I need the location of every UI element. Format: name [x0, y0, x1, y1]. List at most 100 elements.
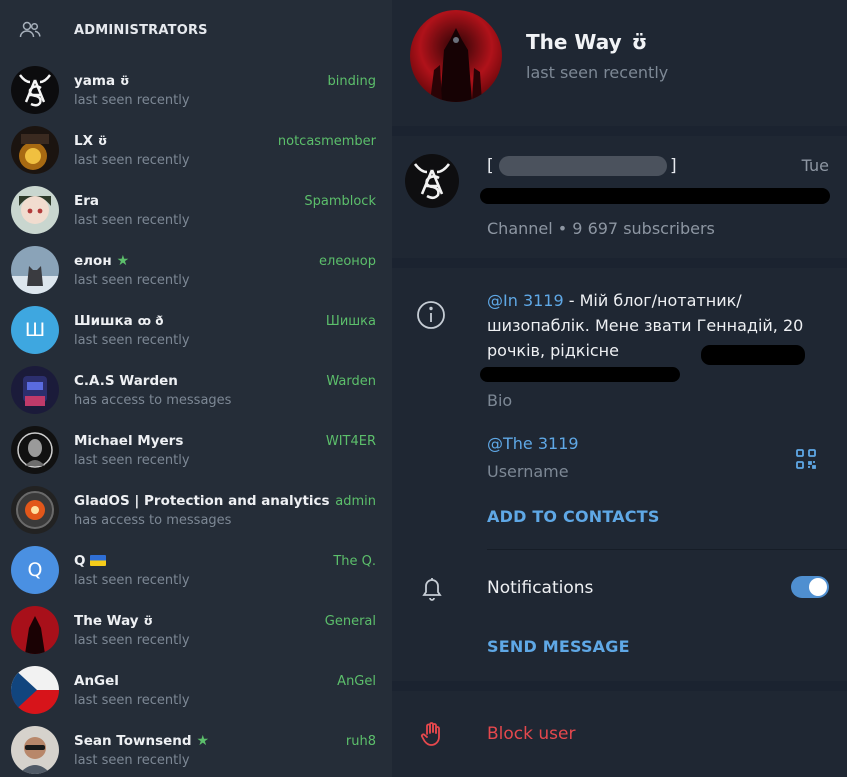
admin-row[interactable]: LX ʊ̈ last seen recently notcasmember [0, 120, 392, 180]
admin-status: last seen recently [74, 332, 190, 348]
profile-panel: The Way ʊ̈ last seen recently [ ] Tue Ch… [392, 0, 847, 777]
bio-handle-link[interactable]: @In 3119 [487, 291, 564, 310]
channel-title-redacted [499, 156, 667, 176]
admin-avatar: Q [11, 546, 59, 594]
admin-name: LX [74, 132, 94, 149]
admin-name: елон [74, 252, 112, 269]
admin-role: ruh8 [345, 734, 376, 749]
personal-channel-card[interactable]: [ ] Tue Channel • 9 697 subscribers [392, 136, 847, 258]
admin-role: General [324, 614, 376, 629]
qr-code-icon[interactable] [795, 448, 817, 474]
admin-status: last seen recently [74, 452, 190, 468]
admin-name-line: GladOS | Protection and analytics [74, 493, 376, 509]
admin-row[interactable]: yama ʊ̈ last seen recently binding [0, 60, 392, 120]
admin-avatar [11, 726, 59, 774]
admin-status: has access to messages [74, 512, 232, 528]
admin-texts: AnGel last seen recently [74, 673, 376, 708]
admin-texts: Qlast seen recently [74, 553, 376, 588]
emoji-badge-icon: ꝏ ð [137, 313, 164, 328]
notifications-toggle[interactable] [791, 576, 829, 598]
admin-row[interactable]: AnGel last seen recently AnGel [0, 660, 392, 720]
admin-role: елеонор [319, 254, 376, 269]
profile-avatar[interactable] [410, 10, 502, 102]
admin-avatar [11, 606, 59, 654]
admin-texts: Sean Townsend ★ last seen recently [74, 733, 376, 768]
admin-status: last seen recently [74, 212, 190, 228]
admin-status: last seen recently [74, 692, 190, 708]
star-badge-icon: ★ [196, 732, 210, 749]
admin-avatar [11, 666, 59, 714]
admin-status: last seen recently [74, 92, 190, 108]
channel-subscribers: Channel • 9 697 subscribers [487, 219, 715, 238]
admin-avatar [11, 126, 59, 174]
channel-title-close: ] [670, 156, 677, 176]
admin-status: last seen recently [74, 572, 190, 588]
profile-info-card: @In 3119 - Мій блог/нотатник/шизопаблік.… [392, 268, 847, 681]
profile-name: The Way ʊ̈ [526, 30, 648, 54]
send-message-button[interactable]: SEND MESSAGE [487, 637, 630, 656]
admin-texts: GladOS | Protection and analytics has acc… [74, 493, 376, 528]
username-label: Username [487, 462, 569, 481]
admin-role: Warden [326, 374, 376, 389]
admin-name: yama [74, 72, 116, 89]
hand-stop-icon [420, 721, 444, 751]
profile-header: The Way ʊ̈ last seen recently [392, 0, 847, 126]
username-link[interactable]: @The 3119 [487, 434, 579, 453]
admin-name: AnGel [74, 672, 119, 689]
admin-avatar: Ш [11, 306, 59, 354]
admin-name-line: AnGel [74, 673, 376, 689]
admin-role: Шишка [325, 314, 376, 329]
admin-row[interactable]: Ш Шишка ꝏ ð last seen recently Шишка [0, 300, 392, 360]
admin-row[interactable]: C.A.S Warden has access to messages Warden [0, 360, 392, 420]
admin-role: The Q. [333, 554, 376, 569]
bio-redacted-2 [480, 367, 680, 382]
admin-avatar [11, 66, 59, 114]
admin-name: C.A.S Warden [74, 372, 178, 389]
info-icon [416, 300, 446, 334]
ukraine-flag-icon [90, 555, 107, 566]
toggle-knob [809, 578, 827, 596]
admin-name: Sean Townsend [74, 732, 192, 749]
admin-name: Q [74, 552, 86, 569]
admin-status: last seen recently [74, 152, 190, 168]
admin-name: GladOS | Protection and analytics [74, 492, 330, 509]
block-user-label: Block user [487, 724, 576, 744]
avatar-letter: Q [27, 559, 43, 581]
admin-avatar [11, 426, 59, 474]
admin-name: Michael Myers [74, 432, 184, 449]
admin-row[interactable]: GladOS | Protection and analytics has acc… [0, 480, 392, 540]
add-to-contacts-button[interactable]: ADD TO CONTACTS [487, 507, 660, 526]
admin-status: last seen recently [74, 272, 190, 288]
admin-name: Era [74, 192, 99, 209]
admin-row[interactable]: елон ★ last seen recently елеонор [0, 240, 392, 300]
admin-avatar [11, 486, 59, 534]
administrators-title: ADMINISTRATORS [74, 22, 208, 38]
admin-row[interactable]: The Way ʊ̈ last seen recently General [0, 600, 392, 660]
admin-role: AnGel [337, 674, 376, 689]
admin-name: Шишка [74, 312, 133, 329]
star-badge-icon: ★ [116, 252, 130, 269]
admin-status: last seen recently [74, 752, 190, 768]
divider [487, 549, 847, 550]
admin-role: Spamblock [304, 194, 376, 209]
admin-row[interactable]: Michael Myers last seen recently WIT4ER [0, 420, 392, 480]
block-user-row[interactable]: Block user [392, 691, 847, 777]
channel-preview-redacted [480, 188, 830, 204]
bio-redacted-1 [701, 345, 805, 365]
admin-name-line: Q [74, 553, 376, 569]
admin-row[interactable]: Q Qlast seen recently The Q. [0, 540, 392, 600]
administrators-header: ADMINISTRATORS [0, 0, 392, 60]
emoji-badge-icon: ʊ̈ [98, 133, 108, 148]
demon-badge-icon: ʊ̈ [631, 30, 648, 54]
profile-status: last seen recently [526, 63, 669, 82]
admin-role: admin [335, 494, 376, 509]
channel-title-open: [ [487, 156, 494, 176]
admin-row[interactable]: Era last seen recently Spamblock [0, 180, 392, 240]
admin-status: has access to messages [74, 392, 232, 408]
admin-avatar [11, 246, 59, 294]
emoji-badge-icon: ʊ̈ [120, 73, 130, 88]
admin-role: WIT4ER [325, 434, 376, 449]
users-icon [18, 18, 42, 42]
admin-avatar [11, 366, 59, 414]
admin-row[interactable]: Sean Townsend ★ last seen recently ruh8 [0, 720, 392, 777]
